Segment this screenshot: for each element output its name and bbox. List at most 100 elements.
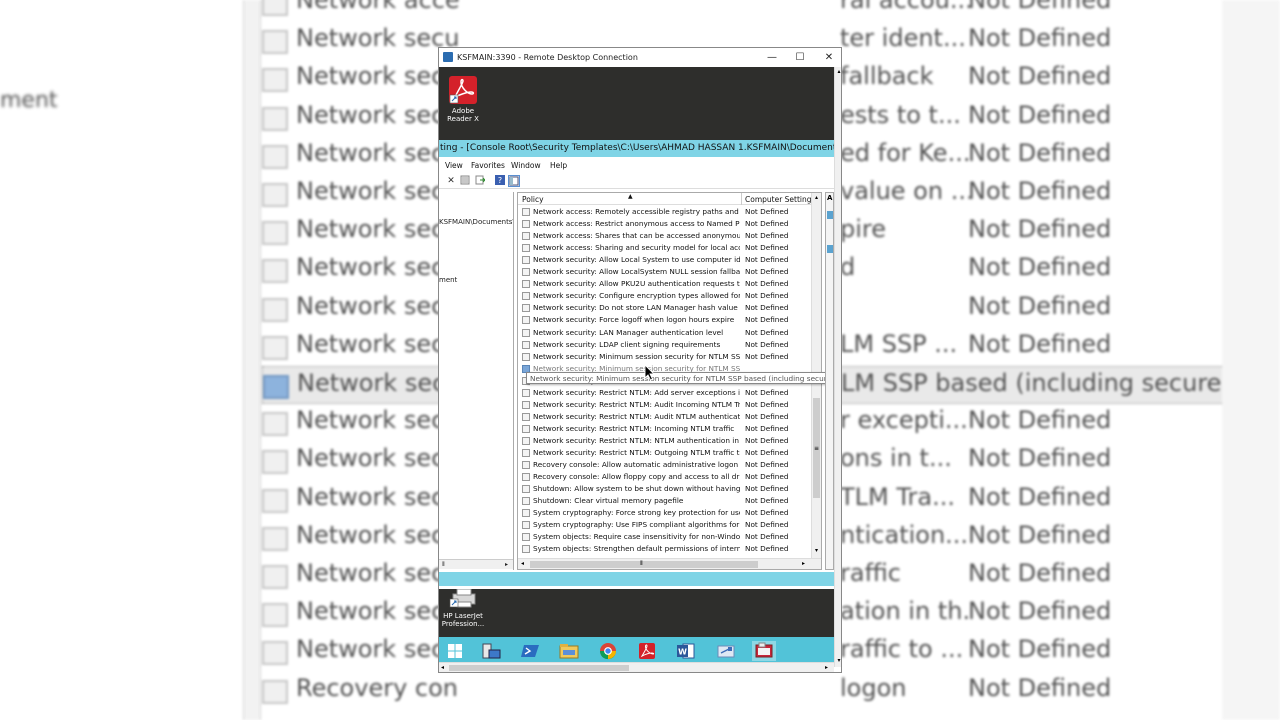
policy-row[interactable]: Network security: LDAP client signing re…	[521, 339, 816, 351]
bg-policy-name: Network secu	[296, 253, 460, 282]
scroll-down-icon[interactable]: ▾	[812, 547, 821, 554]
scroll-down-icon[interactable]: ▾	[835, 657, 841, 664]
word-icon: W	[677, 643, 695, 659]
scroll-left-icon[interactable]: ◂	[441, 664, 444, 671]
policy-icon	[262, 30, 288, 55]
export-list-icon[interactable]	[474, 175, 486, 187]
column-header-policy[interactable]: Policy	[522, 195, 544, 204]
scroll-right-icon[interactable]: ▸	[802, 560, 805, 567]
policy-row[interactable]: Network security: Minimum session securi…	[521, 351, 816, 363]
help-icon[interactable]: ?	[494, 175, 506, 187]
policy-row[interactable]: System objects: Strengthen default permi…	[521, 543, 816, 555]
rdp-horizontal-scrollbar[interactable]: ◂ ▸	[439, 662, 834, 672]
policy-row[interactable]: Network security: Restrict NTLM: Incomin…	[521, 423, 816, 435]
policy-row[interactable]: Network security: Do not store LAN Manag…	[521, 302, 816, 314]
scroll-up-icon[interactable]: ▴	[835, 68, 841, 75]
policy-row[interactable]: Shutdown: Allow system to be shut down w…	[521, 483, 816, 495]
desktop-icon-adobe-reader[interactable]: Adobe Reader X	[439, 75, 487, 123]
scroll-thumb[interactable]	[449, 665, 629, 671]
actions-item[interactable]	[827, 211, 833, 219]
bg-policy-row: Network acce ral accou... Not Defined	[262, 0, 1280, 22]
scroll-right-icon[interactable]: ▸	[505, 561, 508, 568]
menu-favorites[interactable]: Favorites	[471, 161, 505, 170]
policy-icon	[522, 521, 530, 530]
taskbar-file-explorer[interactable]	[557, 641, 581, 661]
rdp-vertical-scrollbar[interactable]: ▴ ▾	[834, 67, 841, 667]
policy-row[interactable]: Network access: Remotely accessible regi…	[521, 206, 816, 218]
bg-policy-setting: Not Defined	[968, 100, 1112, 129]
taskbar-server-manager[interactable]	[479, 641, 503, 661]
policy-row[interactable]: System cryptography: Use FIPS compliant …	[521, 519, 816, 531]
taskbar-start[interactable]	[443, 641, 467, 661]
menu-view[interactable]: View	[445, 161, 463, 170]
column-separator[interactable]	[741, 193, 742, 205]
scroll-left-icon[interactable]: ◂	[521, 560, 524, 567]
policy-row[interactable]: Network security: Restrict NTLM: Outgoin…	[521, 447, 816, 459]
svg-text:?: ?	[498, 176, 502, 185]
policy-row[interactable]: System objects: Require case insensitivi…	[521, 531, 816, 543]
menu-window[interactable]: Window	[511, 161, 541, 170]
policy-name: Network security: Configure encryption t…	[533, 291, 740, 301]
policy-setting: Not Defined	[745, 387, 789, 397]
policy-row[interactable]: Shutdown: Clear virtual memory pagefile N…	[521, 495, 816, 507]
minimize-button[interactable]: —	[759, 50, 785, 65]
taskbar-chrome[interactable]	[596, 641, 620, 661]
taskbar-word[interactable]: W	[674, 641, 698, 661]
policy-row[interactable]: Network security: Configure encryption t…	[521, 290, 816, 302]
remote-taskbar: W	[439, 637, 834, 665]
policy-row[interactable]: Recovery console: Allow floppy copy and …	[521, 471, 816, 483]
tree-horizontal-scrollbar[interactable]: ⦀ ▸	[439, 559, 513, 569]
taskbar-powershell[interactable]	[518, 641, 542, 661]
policy-icon	[522, 208, 530, 216]
tree-item-documents[interactable]: KSFMAIN\Documents\	[439, 218, 513, 226]
scroll-thumb[interactable]	[530, 561, 758, 568]
desktop-icon-hp-laserjet[interactable]: HP LaserJet Profession...	[439, 586, 487, 628]
scroll-up-icon[interactable]: ▴	[812, 194, 821, 201]
column-header-computer-setting[interactable]: Computer Setting	[745, 195, 812, 204]
policy-icon	[262, 565, 288, 589]
adobe-reader-icon	[449, 76, 477, 104]
policy-icon	[522, 509, 530, 518]
rdp-title-bar[interactable]: KSFMAIN:3390 - Remote Desktop Connection…	[439, 48, 841, 67]
maximize-button[interactable]: ☐	[787, 50, 813, 65]
bg-policy-name-tail: r excepti...	[840, 406, 968, 435]
policy-tooltip: Network security: Minimum session securi…	[526, 372, 834, 384]
taskbar-mmc[interactable]	[752, 641, 776, 661]
actions-item[interactable]	[827, 245, 833, 253]
policy-row[interactable]: Network security: LAN Manager authentica…	[521, 327, 816, 339]
policy-row[interactable]: Network access: Restrict anonymous acces…	[521, 218, 816, 230]
mmc-toolbar: ✕ ?	[439, 173, 834, 189]
policy-row[interactable]: Network access: Shares that can be acces…	[521, 230, 816, 242]
menu-help[interactable]: Help	[550, 161, 567, 170]
taskbar-adobe-reader[interactable]	[635, 641, 659, 661]
policy-row[interactable]: Network security: Restrict NTLM: NTLM au…	[521, 435, 816, 447]
policy-row[interactable]: Recovery console: Allow automatic admini…	[521, 459, 816, 471]
list-horizontal-scrollbar[interactable]: ◂ ⦀ ▸	[518, 558, 821, 569]
bg-policy-setting: Not Defined	[968, 597, 1112, 626]
properties-icon[interactable]	[459, 175, 471, 187]
show-hide-pane-icon[interactable]	[508, 175, 520, 187]
folder-shortcut-icon	[717, 645, 735, 658]
bg-policy-name: Network secu	[296, 100, 460, 129]
delete-icon[interactable]: ✕	[445, 175, 457, 187]
policy-icon	[262, 0, 288, 16]
policy-setting: Not Defined	[745, 448, 789, 457]
policy-icon	[522, 461, 530, 470]
policy-row[interactable]: Network security: Allow PKU2U authentica…	[521, 278, 816, 290]
policy-icon	[522, 328, 530, 337]
policy-row[interactable]: Network security: Allow LocalSystem NULL…	[521, 266, 816, 278]
tree-item-template[interactable]: ment	[439, 276, 457, 284]
policy-row[interactable]: Network security: Restrict NTLM: Audit I…	[521, 399, 816, 411]
policy-row[interactable]: Network security: Allow Local System to …	[521, 254, 816, 266]
scroll-right-icon[interactable]: ▸	[825, 664, 828, 671]
mmc-title-bar[interactable]: ting - [Console Root\Security Templates\…	[439, 140, 834, 157]
policy-setting: Not Defined	[745, 255, 789, 265]
close-button[interactable]: ✕	[816, 50, 841, 65]
policy-row[interactable]: Network security: Restrict NTLM: Add ser…	[521, 387, 816, 399]
policy-name: Network security: Restrict NTLM: Outgoin…	[533, 448, 740, 457]
policy-row[interactable]: System cryptography: Force strong key pr…	[521, 507, 816, 519]
policy-row[interactable]: Network access: Sharing and security mod…	[521, 242, 816, 254]
policy-row[interactable]: Network security: Force logoff when logo…	[521, 314, 816, 326]
policy-row[interactable]: Network security: Restrict NTLM: Audit N…	[521, 411, 816, 423]
taskbar-folder-shortcut[interactable]	[714, 641, 738, 661]
